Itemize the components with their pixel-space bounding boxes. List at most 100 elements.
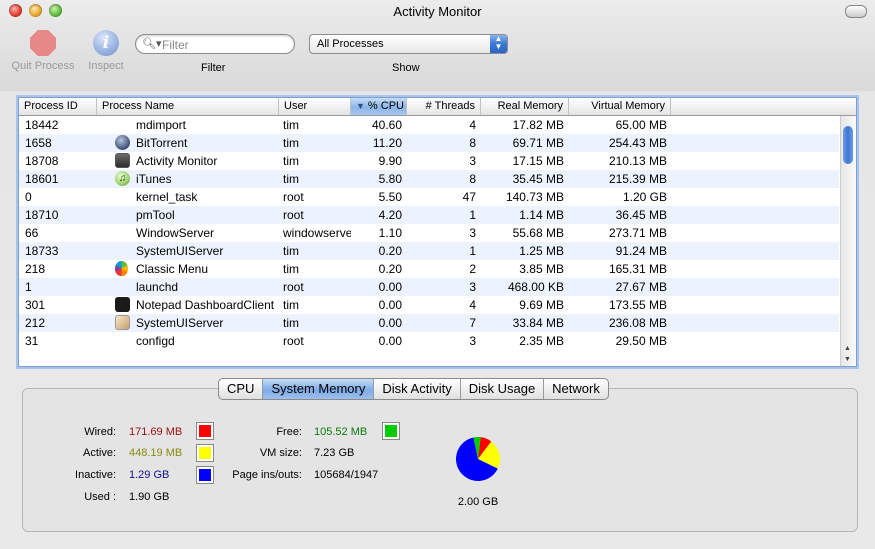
tab-system-memory[interactable]: System Memory: [263, 379, 375, 399]
cpu-cell: 5.80: [378, 172, 402, 186]
table-body: 18442 mdimport tim 40.60 4 17.82 MB 65.00 MB 16…: [19, 116, 839, 350]
cpu-cell: 0.20: [378, 244, 402, 258]
free-value: 105.52 MB: [314, 426, 368, 438]
cpu-cell: 0.00: [378, 280, 402, 294]
process-id-cell: 18708: [25, 154, 59, 168]
cpu-cell: 9.90: [378, 154, 402, 168]
user-cell: tim: [283, 154, 299, 168]
table-row[interactable]: 18708 Activity Monitor tim 9.90 3 17.15 MB 210…: [19, 152, 839, 170]
scrollbar-thumb[interactable]: [843, 126, 853, 164]
process-id-cell: 1: [25, 280, 32, 294]
real-memory-cell: 17.15 MB: [512, 154, 564, 168]
wired-color-swatch[interactable]: [196, 422, 214, 440]
real-memory-cell: 1.25 MB: [519, 244, 564, 258]
cpu-cell: 0.00: [378, 298, 402, 312]
page-ins-outs-label: Page ins/outs:: [232, 469, 302, 481]
process-id-cell: 212: [25, 316, 46, 330]
column-header-cpu[interactable]: ▼% CPU: [351, 98, 407, 115]
active-color-swatch[interactable]: [196, 444, 214, 462]
threads-cell: 1: [469, 208, 476, 222]
real-memory-cell: 55.68 MB: [512, 226, 564, 240]
column-header-user[interactable]: User: [279, 98, 351, 115]
vertical-scrollbar[interactable]: ▲ ▼: [840, 116, 856, 366]
table-row[interactable]: 1658 BitTorrent tim 11.20 8 69.71 MB 254.43 MB: [19, 134, 839, 152]
column-header-virtual-memory[interactable]: Virtual Memory: [569, 98, 671, 115]
threads-cell: 4: [469, 118, 476, 132]
process-id-cell: 218: [25, 262, 46, 276]
real-memory-cell: 2.35 MB: [519, 334, 564, 348]
inactive-value: 1.29 GB: [129, 469, 170, 481]
threads-cell: 8: [469, 172, 476, 186]
table-row[interactable]: 18442 mdimport tim 40.60 4 17.82 MB 65.00 MB: [19, 116, 839, 134]
tab-disk-activity[interactable]: Disk Activity: [374, 379, 461, 399]
virtual-memory-cell: 165.31 MB: [608, 262, 667, 276]
table-row[interactable]: 66 WindowServer windowserve 1.10 3 55.68 MB 27…: [19, 224, 839, 242]
dashboard-icon: [115, 297, 131, 313]
process-id-cell: 18710: [25, 208, 59, 222]
virtual-memory-cell: 91.24 MB: [615, 244, 667, 258]
filter-input[interactable]: [160, 36, 289, 53]
table-row[interactable]: 18733 SystemUIServer tim 0.20 1 1.25 MB 91.24 …: [19, 242, 839, 260]
threads-cell: 3: [469, 226, 476, 240]
table-row[interactable]: 0 kernel_task root 5.50 47 140.73 MB 1.20 GB: [19, 188, 839, 206]
virtual-memory-cell: 254.43 MB: [608, 136, 667, 150]
table-row[interactable]: 212 SystemUIServer tim 0.00 7 33.84 MB 236.08 …: [19, 314, 839, 332]
threads-cell: 3: [469, 154, 476, 168]
column-header-process-id[interactable]: Process ID: [19, 98, 97, 115]
user-cell: tim: [283, 262, 299, 276]
title-bar: Activity Monitor: [0, 0, 875, 22]
inactive-color-swatch[interactable]: [196, 466, 214, 484]
column-header-threads[interactable]: # Threads: [407, 98, 481, 115]
table-row[interactable]: 301 Notepad DashboardClient tim 0.00 4 9.69 M…: [19, 296, 839, 314]
threads-cell: 47: [462, 190, 476, 204]
process-id-cell: 31: [25, 334, 39, 348]
process-id-cell: 301: [25, 298, 46, 312]
activity-monitor-icon: [115, 153, 131, 169]
table-row[interactable]: 31 configd root 0.00 3 2.35 MB 29.50 MB: [19, 332, 839, 350]
apple-icon: [115, 261, 131, 277]
table-row[interactable]: 1 launchd root 0.00 3 468.00 KB 27.67 MB: [19, 278, 839, 296]
tab-cpu[interactable]: CPU: [219, 379, 264, 399]
search-icon: 🔍︎▾: [142, 38, 162, 50]
real-memory-cell: 1.14 MB: [519, 208, 564, 222]
process-table: Process ID Process Name User ▼% CPU # Th…: [18, 97, 857, 367]
threads-cell: 1: [469, 244, 476, 258]
cpu-cell: 0.00: [378, 334, 402, 348]
filter-label: Filter: [201, 62, 226, 74]
process-name-cell: Notepad DashboardClient: [136, 298, 275, 312]
cpu-cell: 4.20: [378, 208, 402, 222]
process-id-cell: 18601: [25, 172, 59, 186]
show-processes-popup[interactable]: All Processes ▲ ▼: [309, 34, 508, 54]
table-row[interactable]: 18601 iTunes tim 5.80 8 35.45 MB 215.39 MB ♫: [19, 170, 839, 188]
real-memory-cell: 468.00 KB: [507, 280, 564, 294]
virtual-memory-cell: 36.45 MB: [615, 208, 667, 222]
cpu-cell: 0.20: [378, 262, 402, 276]
scroll-up-arrow-icon[interactable]: ▲: [844, 345, 851, 352]
real-memory-cell: 9.69 MB: [519, 298, 564, 312]
table-row[interactable]: 18710 pmTool root 4.20 1 1.14 MB 36.45 MB: [19, 206, 839, 224]
window-title: Activity Monitor: [393, 4, 482, 19]
free-label: Free:: [276, 426, 302, 438]
free-color-swatch[interactable]: [382, 422, 400, 440]
threads-cell: 3: [469, 334, 476, 348]
real-memory-cell: 33.84 MB: [512, 316, 564, 330]
scroll-down-arrow-icon[interactable]: ▼: [844, 356, 851, 363]
quit-process-button[interactable]: Quit Process: [8, 30, 78, 72]
real-memory-cell: 69.71 MB: [512, 136, 564, 150]
virtual-memory-cell: 210.13 MB: [608, 154, 667, 168]
filter-search-field[interactable]: 🔍︎▾: [135, 34, 295, 54]
table-row[interactable]: 218 Classic Menu tim 0.20 2 3.85 MB 165.31 MB: [19, 260, 839, 278]
user-cell: tim: [283, 118, 299, 132]
vm-size-value: 7.23 GB: [314, 447, 355, 459]
virtual-memory-cell: 65.00 MB: [615, 118, 667, 132]
table-header: Process ID Process Name User ▼% CPU # Th…: [19, 98, 856, 116]
column-header-real-memory[interactable]: Real Memory: [481, 98, 569, 115]
user-cell: tim: [283, 172, 299, 186]
inspect-button[interactable]: i Inspect: [84, 30, 128, 72]
tab-disk-usage[interactable]: Disk Usage: [461, 379, 545, 399]
tab-network[interactable]: Network: [544, 379, 608, 399]
virtual-memory-cell: 27.67 MB: [615, 280, 667, 294]
systemuiserver-icon: [115, 315, 131, 331]
column-header-process-name[interactable]: Process Name: [97, 98, 279, 115]
toolbar-toggle-button[interactable]: [845, 5, 867, 18]
